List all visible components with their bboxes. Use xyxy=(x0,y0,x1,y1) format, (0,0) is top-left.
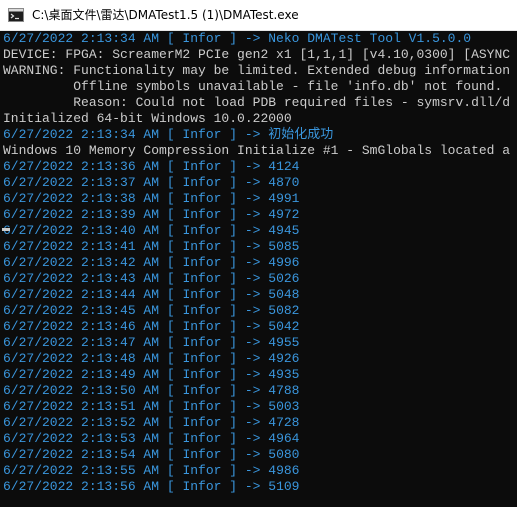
log-timestamp: 6/27/2022 2:13:41 AM xyxy=(3,239,160,254)
log-entry: 6/27/2022 2:13:46 AM [ Infor ] -> 5042 xyxy=(3,319,300,334)
log-entry: 6/27/2022 2:13:40 AM [ Infor ] -> 4945 xyxy=(3,223,300,238)
log-timestamp: 6/27/2022 2:13:45 AM xyxy=(3,303,160,318)
log-value: 4124 xyxy=(268,159,300,174)
log-entry: 6/27/2022 2:13:44 AM [ Infor ] -> 5048 xyxy=(3,287,300,302)
console-app-icon xyxy=(8,8,24,22)
log-timestamp: 6/27/2022 2:13:46 AM xyxy=(3,319,160,334)
title-bar[interactable]: C:\桌面文件\雷达\DMATest1.5 (1)\DMATest.exe xyxy=(0,0,517,31)
log-value: 5048 xyxy=(268,287,300,302)
log-timestamp: 6/27/2022 2:13:37 AM xyxy=(3,175,160,190)
log-timestamp: 6/27/2022 2:13:38 AM xyxy=(3,191,160,206)
log-value: 4870 xyxy=(268,175,300,190)
log-level: Infor xyxy=(182,367,222,382)
log-level: Infor xyxy=(182,191,222,206)
log-timestamp: 6/27/2022 2:13:48 AM xyxy=(3,351,160,366)
log-level: Infor xyxy=(182,255,222,270)
log-level: Infor xyxy=(182,175,222,190)
console-header-line: Windows 10 Memory Compression Initialize… xyxy=(3,143,511,158)
log-entry: 6/27/2022 2:13:52 AM [ Infor ] -> 4728 xyxy=(3,415,300,430)
console-header-line: Offline symbols unavailable - file 'info… xyxy=(3,79,503,94)
log-entry: 6/27/2022 2:13:54 AM [ Infor ] -> 5080 xyxy=(3,447,300,462)
log-level: Infor xyxy=(182,479,222,494)
log-entry: 6/27/2022 2:13:48 AM [ Infor ] -> 4926 xyxy=(3,351,300,366)
log-entry: 6/27/2022 2:13:43 AM [ Infor ] -> 5026 xyxy=(3,271,300,286)
log-timestamp: 6/27/2022 2:13:49 AM xyxy=(3,367,160,382)
log-level: Infor xyxy=(182,287,222,302)
log-timestamp: 6/27/2022 2:13:54 AM xyxy=(3,447,160,462)
log-timestamp: 6/27/2022 2:13:39 AM xyxy=(3,207,160,222)
log-level: Infor xyxy=(182,463,222,478)
log-timestamp: 6/27/2022 2:13:44 AM xyxy=(3,287,160,302)
log-level: Infor xyxy=(182,159,222,174)
log-entry: 6/27/2022 2:13:47 AM [ Infor ] -> 4955 xyxy=(3,335,300,350)
console-header-line: DEVICE: FPGA: ScreamerM2 PCIe gen2 x1 [1… xyxy=(3,47,511,62)
log-value: 5003 xyxy=(268,399,300,414)
console-window: C:\桌面文件\雷达\DMATest1.5 (1)\DMATest.exe 6/… xyxy=(0,0,517,507)
log-level: Infor xyxy=(182,319,222,334)
log-level: Infor xyxy=(182,271,222,286)
log-timestamp: 6/27/2022 2:13:42 AM xyxy=(3,255,160,270)
log-level: Infor xyxy=(182,431,222,446)
log-entry: 6/27/2022 2:13:55 AM [ Infor ] -> 4986 xyxy=(3,463,300,478)
console-header-line: Reason: Could not load PDB required file… xyxy=(3,95,511,110)
log-timestamp: 6/27/2022 2:13:52 AM xyxy=(3,415,160,430)
log-timestamp: 6/27/2022 2:13:47 AM xyxy=(3,335,160,350)
log-value: 4728 xyxy=(268,415,300,430)
log-level: Infor xyxy=(182,223,222,238)
log-entry: 6/27/2022 2:13:39 AM [ Infor ] -> 4972 xyxy=(3,207,300,222)
log-level: Infor xyxy=(182,303,222,318)
log-timestamp: 6/27/2022 2:13:36 AM xyxy=(3,159,160,174)
log-timestamp: 6/27/2022 2:13:53 AM xyxy=(3,431,160,446)
log-level: Infor xyxy=(182,351,222,366)
log-timestamp: 6/27/2022 2:13:43 AM xyxy=(3,271,160,286)
log-level: Infor xyxy=(182,207,222,222)
log-entry: 6/27/2022 2:13:56 AM [ Infor ] -> 5109 xyxy=(3,479,300,494)
log-value: 4986 xyxy=(268,463,300,478)
log-value: 4935 xyxy=(268,367,300,382)
console-header-line: 6/27/2022 2:13:34 AM [ Infor ] -> 初始化成功 xyxy=(3,127,334,142)
log-timestamp: 6/27/2022 2:13:51 AM xyxy=(3,399,160,414)
log-entry: 6/27/2022 2:13:41 AM [ Infor ] -> 5085 xyxy=(3,239,300,254)
log-value: 4991 xyxy=(268,191,300,206)
log-value: 5080 xyxy=(268,447,300,462)
console-header-line: 6/27/2022 2:13:34 AM [ Infor ] -> Neko D… xyxy=(3,31,472,46)
log-entry: 6/27/2022 2:13:51 AM [ Infor ] -> 5003 xyxy=(3,399,300,414)
log-level: Infor xyxy=(182,383,222,398)
log-timestamp: 6/27/2022 2:13:50 AM xyxy=(3,383,160,398)
log-entry: 6/27/2022 2:13:42 AM [ Infor ] -> 4996 xyxy=(3,255,300,270)
log-entry: 6/27/2022 2:13:37 AM [ Infor ] -> 4870 xyxy=(3,175,300,190)
console-header-line: Initialized 64-bit Windows 10.0.22000 xyxy=(3,111,292,126)
log-value: 4955 xyxy=(268,335,300,350)
log-level: Infor xyxy=(182,239,222,254)
log-entry: 6/27/2022 2:13:36 AM [ Infor ] -> 4124 xyxy=(3,159,300,174)
log-value: 4788 xyxy=(268,383,300,398)
log-timestamp: 6/27/2022 2:13:56 AM xyxy=(3,479,160,494)
window-title: C:\桌面文件\雷达\DMATest1.5 (1)\DMATest.exe xyxy=(32,8,299,22)
log-level: Infor xyxy=(182,447,222,462)
log-value: 4964 xyxy=(268,431,300,446)
log-value: 5026 xyxy=(268,271,300,286)
log-value: 4996 xyxy=(268,255,300,270)
log-level: Infor xyxy=(182,415,222,430)
log-value: 5082 xyxy=(268,303,300,318)
log-entry: 6/27/2022 2:13:45 AM [ Infor ] -> 5082 xyxy=(3,303,300,318)
log-timestamp: 6/27/2022 2:13:40 AM xyxy=(3,223,160,238)
log-value: 4972 xyxy=(268,207,300,222)
log-entry: 6/27/2022 2:13:49 AM [ Infor ] -> 4935 xyxy=(3,367,300,382)
log-value: 5109 xyxy=(268,479,300,494)
log-value: 4926 xyxy=(268,351,300,366)
text-cursor xyxy=(2,228,10,231)
log-timestamp: 6/27/2022 2:13:55 AM xyxy=(3,463,160,478)
log-level: Infor xyxy=(182,399,222,414)
log-entry: 6/27/2022 2:13:50 AM [ Infor ] -> 4788 xyxy=(3,383,300,398)
log-level: Infor xyxy=(182,335,222,350)
log-entry: 6/27/2022 2:13:38 AM [ Infor ] -> 4991 xyxy=(3,191,300,206)
console-header-line: WARNING: Functionality may be limited. E… xyxy=(3,63,511,78)
log-value: 4945 xyxy=(268,223,300,238)
log-entry: 6/27/2022 2:13:53 AM [ Infor ] -> 4964 xyxy=(3,431,300,446)
log-value: 5085 xyxy=(268,239,300,254)
console-output[interactable]: 6/27/2022 2:13:34 AM [ Infor ] -> Neko D… xyxy=(0,30,517,507)
log-value: 5042 xyxy=(268,319,300,334)
